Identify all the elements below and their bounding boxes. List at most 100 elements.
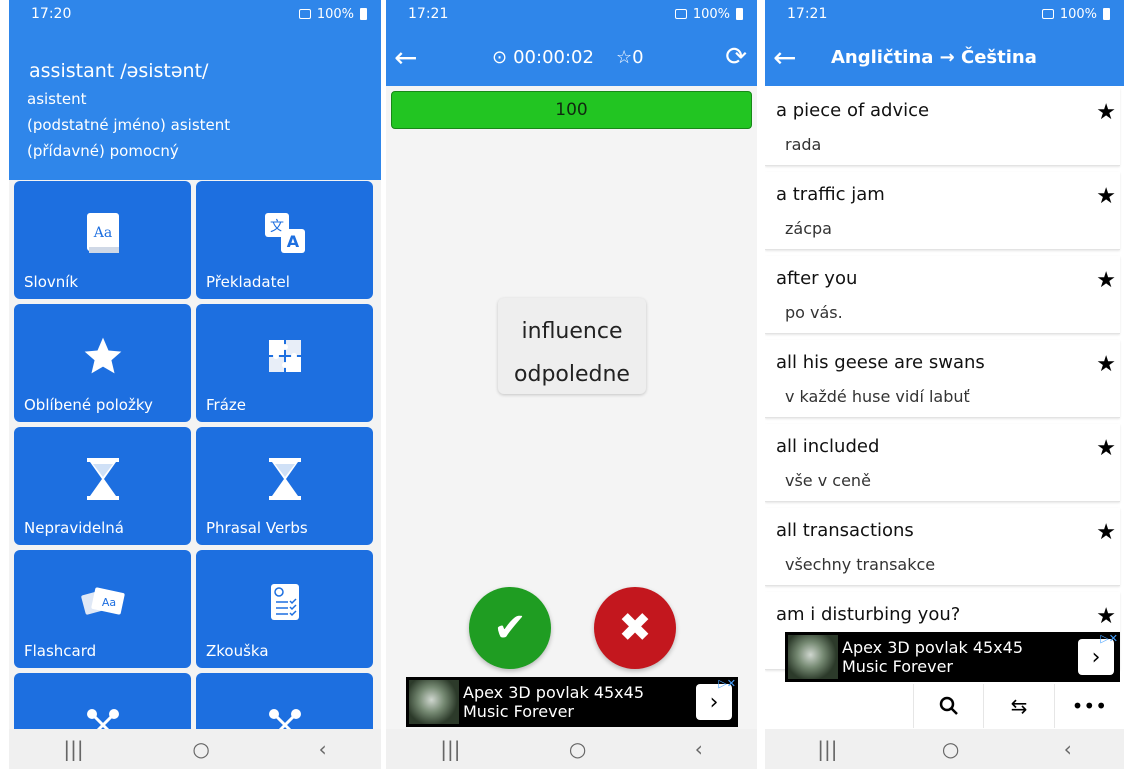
list-item[interactable]: all his geese are swans v každé huse vid… bbox=[765, 340, 1120, 418]
dictionary-icon: Aa bbox=[79, 209, 127, 257]
ad-text: Apex 3D povlak 45x45 Music Forever bbox=[842, 638, 1078, 676]
tile-dictionary[interactable]: Aa Slovník bbox=[14, 181, 191, 299]
battery-percent: 100% bbox=[316, 6, 354, 22]
correct-button[interactable]: ✔ bbox=[469, 587, 551, 669]
favorites-screen: 17:21 100% ← Angličtina → Čeština a piec… bbox=[765, 0, 1124, 769]
refresh-icon[interactable]: ⟳ bbox=[725, 42, 747, 72]
item-czech: zácpa bbox=[785, 219, 832, 238]
bottom-actions: ⇆ ••• bbox=[913, 684, 1124, 728]
home-icon[interactable]: ○ bbox=[192, 737, 209, 761]
hourglass-icon bbox=[79, 455, 127, 503]
favorites-list: a piece of advice rada ★ a traffic jam z… bbox=[765, 88, 1120, 676]
progress-bar: 100 bbox=[391, 91, 752, 129]
favorites-toolbar: ← Angličtina → Čeština bbox=[765, 28, 1124, 86]
back-nav-icon[interactable]: ‹ bbox=[319, 737, 327, 761]
status-bar: 17:21 100% bbox=[386, 0, 757, 28]
list-item[interactable]: a piece of advice rada ★ bbox=[765, 88, 1120, 166]
definition-line: (podstatné jméno) asistent bbox=[27, 116, 231, 134]
list-item[interactable]: all transactions všechny transakce ★ bbox=[765, 508, 1120, 586]
search-icon[interactable] bbox=[913, 684, 983, 728]
item-english: all included bbox=[776, 436, 880, 457]
quiz-toolbar: ← ⊙ 00:00:02 ☆0 ⟳ bbox=[386, 28, 757, 86]
item-czech: rada bbox=[785, 135, 822, 154]
star-icon[interactable]: ★ bbox=[1096, 604, 1116, 629]
battery-icon bbox=[360, 8, 367, 20]
swap-icon[interactable]: ⇆ bbox=[983, 684, 1053, 728]
item-czech: vše v ceně bbox=[785, 471, 871, 490]
cross-icon: ✖ bbox=[618, 605, 652, 651]
battery-icon bbox=[1103, 8, 1110, 20]
back-nav-icon[interactable]: ‹ bbox=[1064, 737, 1072, 761]
progress-value: 100 bbox=[555, 100, 588, 120]
system-nav-bar: ||| ○ ‹ bbox=[9, 729, 381, 769]
flashcard[interactable]: influence odpoledne bbox=[498, 298, 646, 394]
ad-thumbnail bbox=[409, 680, 459, 724]
back-nav-icon[interactable]: ‹ bbox=[695, 737, 703, 761]
battery-percent: 100% bbox=[1059, 6, 1097, 22]
timer-value: 00:00:02 bbox=[513, 46, 594, 68]
star-outline-icon: ☆ bbox=[616, 46, 633, 68]
tile-flashcard[interactable]: Aa Flashcard bbox=[14, 550, 191, 668]
ad-close-icon[interactable]: ▷✕ bbox=[1100, 632, 1118, 645]
system-nav-bar: ||| ○ ‹ bbox=[765, 729, 1124, 769]
ad-text: Apex 3D povlak 45x45 Music Forever bbox=[463, 683, 696, 721]
home-screen: 17:20 100% assistant /əsistənt/ asistent… bbox=[9, 0, 381, 769]
headword: assistant /əsistənt/ bbox=[29, 60, 209, 82]
star-icon[interactable]: ★ bbox=[1096, 184, 1116, 209]
notification-icon bbox=[1041, 9, 1054, 19]
status-time: 17:21 bbox=[787, 6, 828, 22]
recents-icon[interactable]: ||| bbox=[817, 737, 837, 761]
back-arrow-icon[interactable]: ← bbox=[394, 41, 417, 74]
more-icon[interactable]: ••• bbox=[1053, 684, 1124, 728]
home-icon[interactable]: ○ bbox=[569, 737, 586, 761]
home-icon[interactable]: ○ bbox=[942, 737, 959, 761]
back-arrow-icon[interactable]: ← bbox=[773, 41, 796, 74]
star-count-value: 0 bbox=[632, 46, 644, 68]
exam-icon bbox=[261, 578, 309, 626]
item-english: all transactions bbox=[776, 520, 914, 541]
tile-label: Zkouška bbox=[206, 642, 269, 660]
ad-thumbnail bbox=[788, 635, 838, 679]
tile-phrasal-verbs[interactable]: Phrasal Verbs bbox=[196, 427, 373, 545]
item-english: after you bbox=[776, 268, 858, 289]
quiz-word: influence bbox=[521, 319, 623, 344]
tile-label: Fráze bbox=[206, 396, 246, 414]
star-icon[interactable]: ★ bbox=[1096, 352, 1116, 377]
list-item[interactable]: a traffic jam zácpa ★ bbox=[765, 172, 1120, 250]
star-icon[interactable]: ★ bbox=[1096, 268, 1116, 293]
ad-line: Apex 3D povlak 45x45 bbox=[463, 683, 645, 702]
svg-text:Aa: Aa bbox=[92, 225, 111, 241]
tile-phrases[interactable]: Fráze bbox=[196, 304, 373, 422]
ad-banner[interactable]: Apex 3D povlak 45x45 Music Forever › ▷✕ bbox=[406, 677, 738, 727]
status-icons: 100% bbox=[1041, 6, 1110, 22]
star-icon[interactable]: ★ bbox=[1096, 436, 1116, 461]
tile-exam[interactable]: Zkouška bbox=[196, 550, 373, 668]
list-item[interactable]: after you po vás. ★ bbox=[765, 256, 1120, 334]
item-english: am i disturbing you? bbox=[776, 604, 961, 625]
status-time: 17:21 bbox=[408, 6, 449, 22]
star-icon[interactable]: ★ bbox=[1096, 100, 1116, 125]
tile-favorites[interactable]: Oblíbené položky bbox=[14, 304, 191, 422]
quiz-screen: 17:21 100% ← ⊙ 00:00:02 ☆0 ⟳ 100 influen… bbox=[386, 0, 757, 769]
svg-text:A: A bbox=[286, 232, 299, 251]
status-icons: 100% bbox=[298, 6, 367, 22]
wrong-button[interactable]: ✖ bbox=[594, 587, 676, 669]
star-icon bbox=[79, 332, 127, 380]
list-item[interactable]: all included vše v ceně ★ bbox=[765, 424, 1120, 502]
tile-label: Flashcard bbox=[24, 642, 97, 660]
ad-close-icon[interactable]: ▷✕ bbox=[718, 677, 736, 690]
star-icon[interactable]: ★ bbox=[1096, 520, 1116, 545]
ad-banner[interactable]: Apex 3D povlak 45x45 Music Forever › ▷✕ bbox=[785, 632, 1120, 682]
ad-line: Music Forever bbox=[842, 657, 953, 676]
recents-icon[interactable]: ||| bbox=[440, 737, 460, 761]
menu-grid: Aa Slovník 文A Překladatel Oblíbené polož… bbox=[9, 181, 381, 769]
tile-translator[interactable]: 文A Překladatel bbox=[196, 181, 373, 299]
recents-icon[interactable]: ||| bbox=[63, 737, 83, 761]
battery-percent: 100% bbox=[692, 6, 730, 22]
checkmark-icon: ✔ bbox=[493, 605, 527, 651]
status-icons: 100% bbox=[674, 6, 743, 22]
favorites-header: 17:21 100% ← Angličtina → Čeština bbox=[765, 0, 1124, 86]
definition-line: asistent bbox=[27, 90, 87, 108]
notification-icon bbox=[674, 9, 687, 19]
tile-irregular[interactable]: Nepravidelná bbox=[14, 427, 191, 545]
